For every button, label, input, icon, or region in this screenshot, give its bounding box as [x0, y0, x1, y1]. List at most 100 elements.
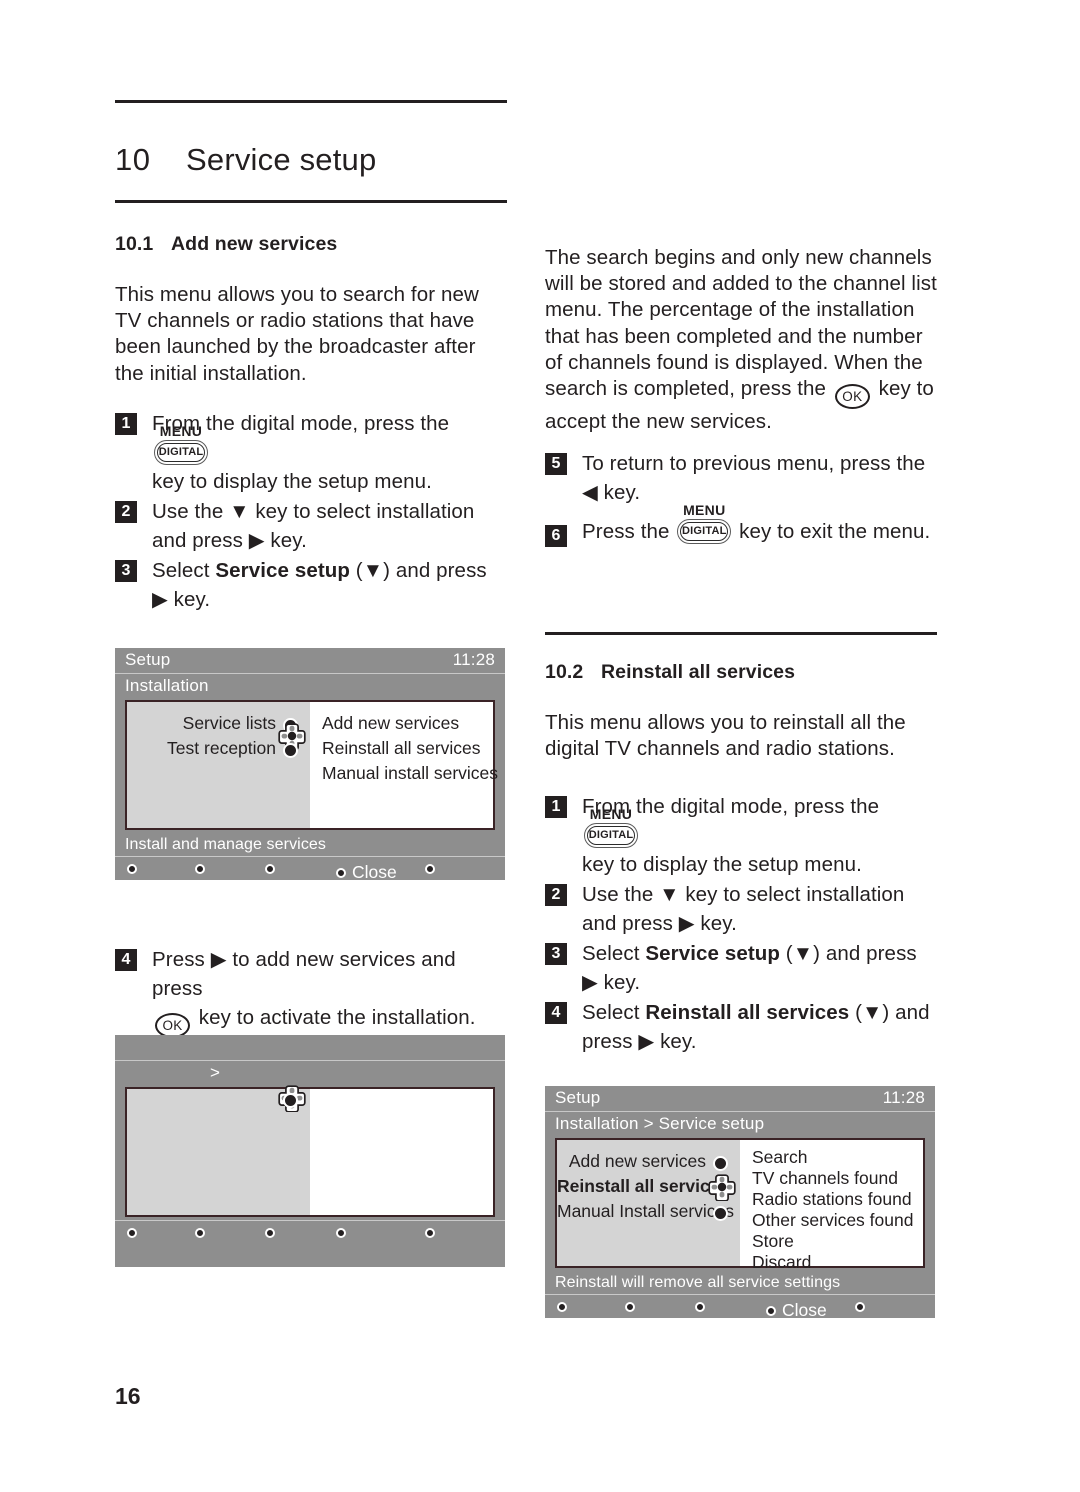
tv2-softkey-4[interactable] — [425, 1228, 441, 1238]
step-item-4: 4 Select Reinstall all services (▼) and … — [545, 998, 937, 1056]
tv3-option-4[interactable]: Store — [752, 1231, 923, 1252]
step-text-6b: key to exit the menu. — [739, 520, 931, 544]
tv1-softkey-1[interactable] — [195, 864, 211, 874]
step-badge-4: 4 — [545, 1002, 567, 1025]
tv1-left-pane: Service lists Test reception — [127, 702, 310, 828]
tv1-softkey-close[interactable]: Close — [336, 862, 397, 882]
chapter-number: 10 — [115, 142, 151, 177]
ok-key-icon[interactable]: OK — [834, 384, 870, 410]
tv3-menu-item-0[interactable]: Add new services — [557, 1149, 740, 1174]
section-heading-10-2: 10.2 Reinstall all services — [545, 661, 937, 684]
step-item-3: 3 Select Service setup (▼) and press ▶ k… — [545, 939, 937, 997]
tv1-menu-label-0: Service lists — [182, 713, 276, 733]
step-badge-4: 4 — [115, 949, 137, 971]
tv1-softkey-0[interactable] — [127, 864, 143, 874]
step-badge-1: 1 — [545, 796, 567, 819]
tv1-menu-item-2[interactable]: Test reception — [127, 736, 310, 761]
tv2-softkey-3[interactable] — [336, 1228, 352, 1238]
tv3-softkey-close[interactable]: Close — [766, 1300, 827, 1320]
tv1-option-2[interactable]: Manual install services — [322, 761, 498, 786]
softkey-dot-icon — [425, 864, 435, 874]
tv3-menu-item-1[interactable]: Reinstall all services — [557, 1173, 740, 1201]
softkey-dot-icon — [425, 1228, 435, 1238]
step-text-3-bold: Service setup — [215, 558, 350, 582]
digital-key-label: DIGITAL — [587, 826, 635, 846]
tv3-softkey-1[interactable] — [625, 1302, 641, 1312]
tv3-softkey-0[interactable] — [557, 1302, 573, 1312]
steps-list-10-1: 1 From the digital mode, press the MENU … — [115, 409, 507, 614]
tv3-option-5[interactable]: Discard — [752, 1252, 923, 1273]
digital-key-label: DIGITAL — [680, 522, 729, 542]
softkey-dot-icon — [127, 864, 137, 874]
step-text-4a: Press ▶ to add new services and press — [152, 948, 456, 1000]
tv2-left-pane — [127, 1085, 310, 1215]
tv2-softkey-2[interactable] — [265, 1228, 281, 1238]
tv3-option-1[interactable]: TV channels found — [752, 1168, 923, 1189]
tv2-titlebar — [115, 1035, 505, 1061]
tv2-softkey-1[interactable] — [195, 1228, 211, 1238]
step-item-1: 1 From the digital mode, press the MENU … — [545, 792, 937, 879]
step-badge-6: 6 — [545, 525, 567, 548]
softkey-dot-icon — [855, 1302, 865, 1312]
page-number: 16 — [115, 1383, 141, 1409]
step-item-4: 4 Press ▶ to add new services and press … — [115, 945, 507, 1038]
section-10-2-block: 10.2 Reinstall all services This menu al… — [545, 632, 937, 1057]
softkey-dot-icon — [695, 1302, 705, 1312]
softkey-dot-icon — [195, 1228, 205, 1238]
tv3-option-3[interactable]: Other services found — [752, 1210, 923, 1231]
tv1-titlebar: Setup 11:28 — [115, 648, 505, 674]
step-item-1: 1 From the digital mode, press the MENU … — [115, 409, 507, 496]
bullet-dot-icon — [283, 1092, 298, 1108]
softkey-dot-icon — [336, 1228, 346, 1238]
tv1-softkey-label-3: Close — [352, 862, 397, 882]
step-badge-2: 2 — [545, 884, 567, 907]
tv1-right-pane: Add new services Reinstall all services … — [310, 702, 498, 828]
step-text-3-bold: Service setup — [645, 942, 780, 966]
right-column: The search begins and only new channels … — [545, 245, 937, 548]
bullet-dot-icon — [713, 1206, 728, 1221]
digital-key-label: DIGITAL — [157, 442, 205, 462]
tv3-breadcrumb: Installation > Service setup — [555, 1114, 765, 1133]
tv3-option-2[interactable]: Radio stations found — [752, 1189, 923, 1210]
softkey-dot-icon — [557, 1302, 567, 1312]
steps-list-10-1-right: 5 To return to previous menu, press the … — [545, 449, 937, 548]
tv1-softkey-4[interactable] — [425, 864, 441, 874]
tv1-option-1[interactable]: Reinstall all services — [322, 736, 493, 761]
digital-menu-key-icon[interactable]: MENU DIGITAL — [584, 806, 638, 849]
tv3-option-0[interactable]: Search — [752, 1147, 923, 1168]
tv3-softkey-2[interactable] — [695, 1302, 711, 1312]
bullet-dot-icon — [713, 1156, 728, 1171]
section-heading-10-1: 10.1 Add new services — [115, 233, 507, 256]
tv-screen-mock-setup-installation: Setup 11:28 Installation Service lists T… — [115, 648, 505, 882]
tv3-softkey-4[interactable] — [855, 1302, 871, 1312]
digital-menu-key-icon[interactable]: MENU DIGITAL — [677, 502, 732, 545]
section-10-2-intro: This menu allows you to reinstall all th… — [545, 711, 906, 761]
tv3-left-pane: Add new services Reinstall all services — [557, 1140, 740, 1266]
step-badge-3: 3 — [115, 559, 137, 582]
steps-list-10-1-continued: 4 Press ▶ to add new services and press … — [115, 945, 507, 1039]
step-item-3: 3 Select Service setup (▼) and press ▶ k… — [115, 556, 507, 614]
step-text-1b: key to display the setup menu. — [152, 469, 432, 493]
tv2-panel — [125, 1085, 495, 1217]
tv2-softkey-0[interactable] — [127, 1228, 143, 1238]
step-text-3a: Select — [152, 558, 210, 582]
softkey-dot-icon — [127, 1228, 137, 1238]
softkey-dot-icon — [766, 1305, 776, 1316]
tv1-softkey-2[interactable] — [265, 864, 281, 874]
digital-menu-key-icon[interactable]: MENU DIGITAL — [154, 423, 208, 465]
step-text-4a: Select — [582, 1001, 640, 1025]
step-badge-5: 5 — [545, 453, 567, 476]
steps-list-4: 4 Press ▶ to add new services and press … — [115, 945, 507, 1038]
tv3-softkey-label-3: Close — [782, 1300, 827, 1320]
tv2-buttonbar — [115, 1221, 505, 1252]
section-title: Add new services — [171, 233, 338, 255]
softkey-dot-icon — [195, 864, 205, 874]
tv3-menu-item-2[interactable]: Manual Install services — [557, 1199, 740, 1224]
tv3-right-pane: Search TV channels found Radio stations … — [740, 1140, 923, 1272]
tv1-option-0[interactable]: Add new services — [322, 711, 493, 736]
step-badge-1: 1 — [115, 412, 137, 435]
softkey-dot-icon — [336, 867, 346, 878]
softkey-dot-icon — [625, 1302, 635, 1312]
step-text-1b: key to display the setup menu. — [582, 853, 862, 877]
tv1-panel: Service lists Test reception Add new ser… — [125, 700, 498, 830]
